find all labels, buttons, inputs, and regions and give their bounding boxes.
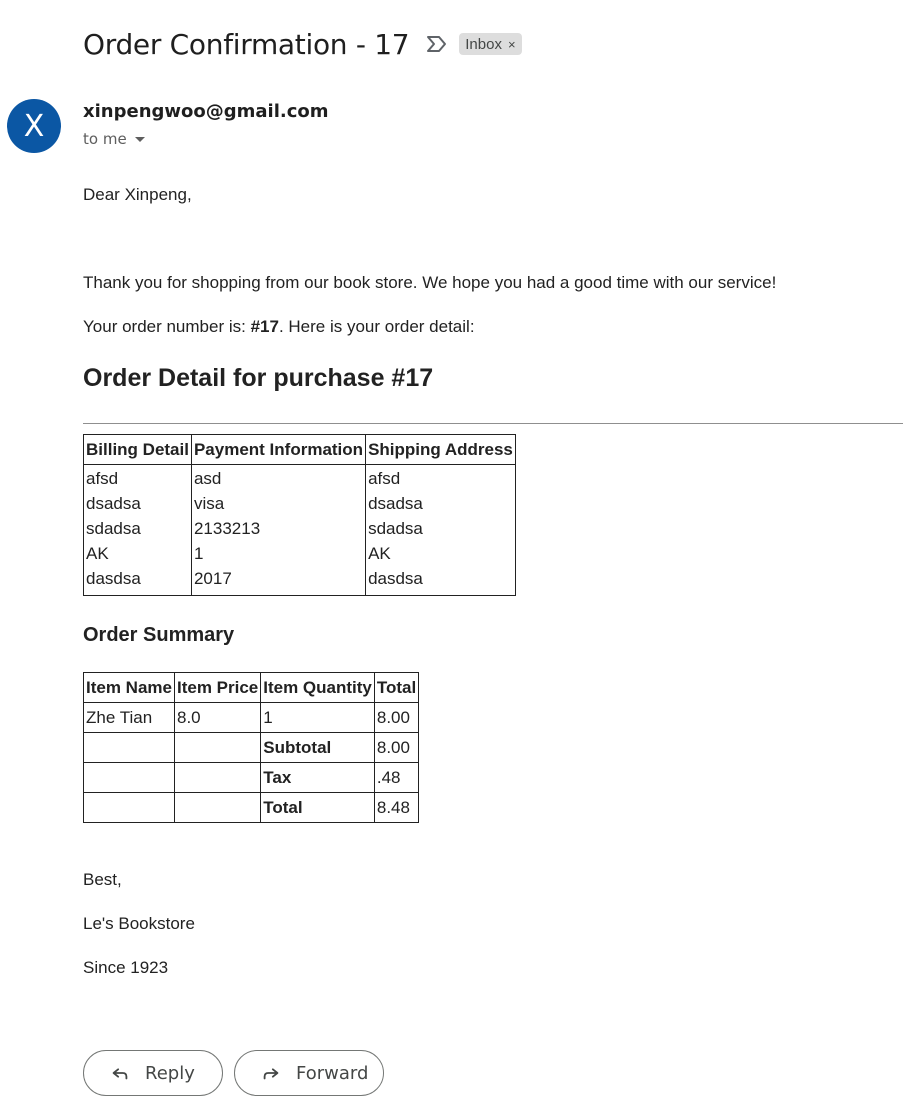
subtotal-label: Subtotal xyxy=(260,732,375,763)
subtotal-value: 8.00 xyxy=(373,732,420,763)
column-header: Item Price xyxy=(173,672,262,703)
empty-cell xyxy=(83,762,175,793)
reply-button[interactable]: Reply xyxy=(83,1050,223,1096)
sender-email[interactable]: xinpengwoo@gmail.com xyxy=(83,101,329,122)
table-header-row: Item Name Item Price Item Quantity Total xyxy=(83,672,420,703)
item-name-cell: Zhe Tian xyxy=(83,702,175,733)
empty-cell xyxy=(173,762,262,793)
table-header-row: Billing Detail Payment Information Shipp… xyxy=(83,434,516,465)
table-row: Zhe Tian 8.0 1 8.00 xyxy=(83,702,420,733)
forward-arrow-icon xyxy=(260,1062,282,1084)
tax-row: Tax .48 xyxy=(83,762,420,793)
tax-value: .48 xyxy=(373,762,420,793)
table-row: dsadsa visa dsadsa xyxy=(83,492,516,517)
table-cell: 1 xyxy=(190,542,367,567)
subtotal-row: Subtotal 8.00 xyxy=(83,732,420,763)
table-cell: AK xyxy=(83,542,192,567)
total-value: 8.48 xyxy=(373,792,420,823)
recipient-details-toggle[interactable]: to me xyxy=(83,130,145,148)
column-header: Total xyxy=(373,672,420,703)
email-subject: Order Confirmation - 17 xyxy=(83,27,410,61)
table-cell: dasdsa xyxy=(83,567,192,596)
table-cell: 2133213 xyxy=(190,517,367,542)
store-name-text: Le's Bookstore xyxy=(83,914,195,933)
order-detail-table: Billing Detail Payment Information Shipp… xyxy=(83,434,516,596)
column-header: Shipping Address xyxy=(365,434,516,465)
important-marker-icon[interactable] xyxy=(425,32,449,56)
thanks-text: Thank you for shopping from our book sto… xyxy=(83,273,777,292)
recipient-text: to me xyxy=(83,130,127,148)
table-row: AK 1 AK xyxy=(83,542,516,567)
subject-row: Order Confirmation - 17 Inbox × xyxy=(83,24,522,64)
table-cell: afsd xyxy=(83,464,192,492)
empty-cell xyxy=(173,732,262,763)
inbox-label-chip: Inbox × xyxy=(459,33,522,55)
empty-cell xyxy=(83,732,175,763)
table-cell: 2017 xyxy=(190,567,367,596)
empty-cell xyxy=(83,792,175,823)
sender-avatar[interactable]: X xyxy=(7,99,61,153)
total-label: Total xyxy=(260,792,375,823)
inbox-label-text: Inbox xyxy=(465,35,502,53)
table-cell: dsadsa xyxy=(365,492,516,517)
since-text: Since 1923 xyxy=(83,958,169,977)
column-header: Billing Detail xyxy=(83,434,192,465)
greeting-text: Dear Xinpeng, xyxy=(83,185,192,204)
caret-down-icon xyxy=(134,136,145,142)
tax-label: Tax xyxy=(260,762,375,793)
table-cell: sdadsa xyxy=(365,517,516,542)
signoff-text: Best, xyxy=(83,870,122,889)
table-cell: dasdsa xyxy=(365,567,516,596)
table-cell: dsadsa xyxy=(83,492,192,517)
empty-cell xyxy=(173,792,262,823)
order-prefix: Your order number is: xyxy=(83,317,251,336)
item-total-cell: 8.00 xyxy=(373,702,420,733)
remove-label-close-icon[interactable]: × xyxy=(508,37,516,52)
column-header: Item Quantity xyxy=(260,672,375,703)
total-row: Total 8.48 xyxy=(83,792,420,823)
order-detail-heading: Order Detail for purchase #17 xyxy=(83,364,434,392)
table-cell: sdadsa xyxy=(83,517,192,542)
column-header: Payment Information xyxy=(190,434,367,465)
avatar-letter: X xyxy=(23,108,45,144)
forward-button[interactable]: Forward xyxy=(234,1050,384,1096)
table-row: dasdsa 2017 dasdsa xyxy=(83,567,516,596)
reply-arrow-icon xyxy=(109,1062,131,1084)
item-quantity-cell: 1 xyxy=(260,702,375,733)
reply-label: Reply xyxy=(145,1062,195,1084)
divider xyxy=(83,423,903,424)
table-cell: AK xyxy=(365,542,516,567)
forward-label: Forward xyxy=(296,1062,369,1084)
table-row: afsd asd afsd xyxy=(83,464,516,492)
item-price-cell: 8.0 xyxy=(173,702,262,733)
order-number-line: Your order number is: #17. Here is your … xyxy=(83,317,475,337)
order-summary-table: Item Name Item Price Item Quantity Total… xyxy=(83,672,420,823)
table-row: sdadsa 2133213 sdadsa xyxy=(83,517,516,542)
table-cell: visa xyxy=(190,492,367,517)
order-suffix: . Here is your order detail: xyxy=(278,317,475,336)
order-number: #17 xyxy=(250,317,279,336)
table-cell: asd xyxy=(190,464,367,492)
table-cell: afsd xyxy=(365,464,516,492)
order-summary-heading: Order Summary xyxy=(83,624,235,646)
column-header: Item Name xyxy=(83,672,175,703)
